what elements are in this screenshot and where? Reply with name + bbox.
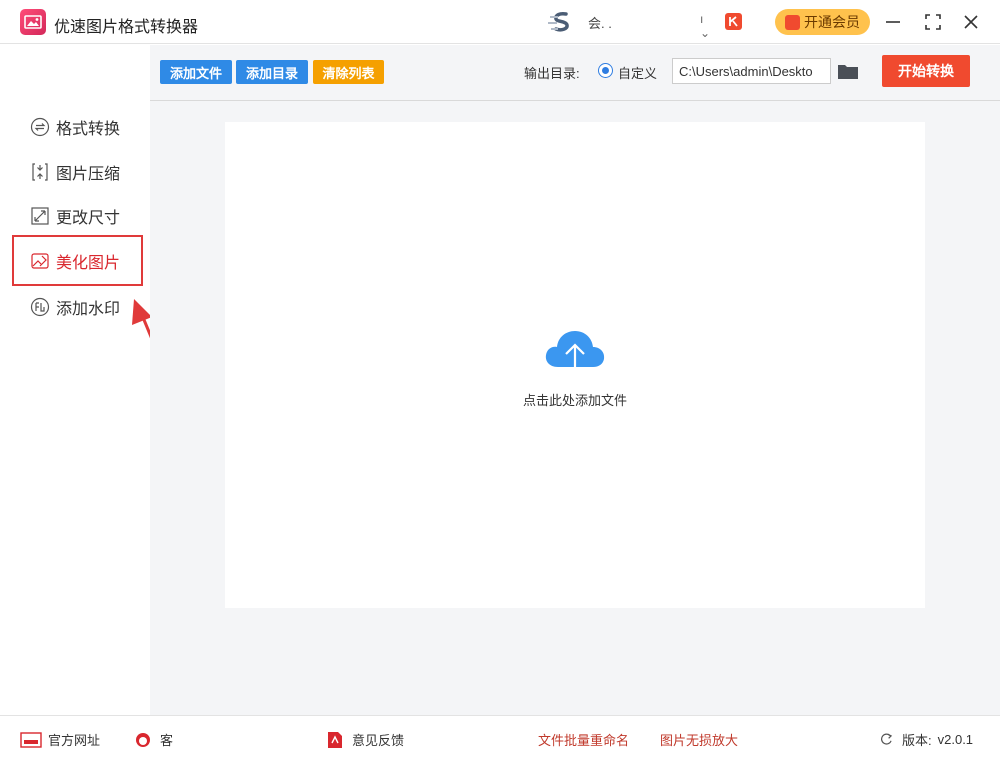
customer-service-icon [136, 732, 150, 747]
website-icon [20, 731, 42, 748]
main-area: 添加文件 添加目录 清除列表 输出目录: 自定义 开始转换 点击此处添加文件 [150, 45, 1000, 715]
close-button[interactable] [958, 9, 984, 35]
sidebar-item-label: 添加水印 [56, 301, 121, 318]
app-title: 优速图片格式转换器 [54, 19, 199, 36]
sidebar-item-watermark[interactable]: 添加水印 [30, 295, 120, 319]
compress-icon [32, 163, 48, 181]
add-directory-button[interactable]: 添加目录 [236, 60, 308, 84]
redacted-area [175, 732, 286, 747]
vip-button-label: 开通会员 [804, 14, 860, 30]
vip-button[interactable]: 开通会员 [775, 9, 870, 35]
feedback-label: 意见反馈 [352, 733, 405, 748]
version-number: v2.0.1 [937, 732, 974, 747]
version-info[interactable]: 版本: v2.0.1 [878, 730, 973, 749]
watermark-icon [30, 297, 50, 317]
highlight-box [12, 235, 143, 286]
app-logo-icon [20, 9, 46, 35]
minimize-button[interactable] [880, 9, 906, 35]
start-convert-button[interactable]: 开始转换 [882, 55, 970, 87]
user-level-icon [725, 13, 742, 30]
cloud-upload-icon [545, 331, 605, 377]
add-file-button[interactable]: 添加文件 [160, 60, 232, 84]
sidebar-item-compress[interactable]: 图片压缩 [30, 160, 120, 184]
custom-output-radio[interactable] [598, 63, 613, 78]
resize-icon [31, 207, 49, 225]
footer: 官方网址 客 意见反馈 文件批量重命名 图片无损放大 版本: v2.0.1 [0, 715, 1000, 760]
clear-list-button[interactable]: 清除列表 [313, 60, 384, 84]
sidebar-item-label: 图片压缩 [56, 166, 121, 183]
convert-icon [30, 117, 50, 137]
customer-service-label: 客 [160, 733, 174, 748]
sidebar-item-resize[interactable]: 更改尺寸 [30, 204, 120, 228]
sidebar-item-label: 更改尺寸 [56, 210, 121, 227]
file-dropzone[interactable]: 点击此处添加文件 [225, 122, 925, 608]
lossless-enlarge-link[interactable]: 图片无损放大 [660, 730, 738, 749]
customer-service-link[interactable]: 客 [132, 730, 286, 749]
chevron-down-icon[interactable]: ı ⌄ [700, 12, 710, 40]
output-path-input[interactable] [672, 58, 831, 84]
sidebar-item-label: 格式转换 [56, 121, 121, 138]
output-dir-label: 输出目录: [524, 66, 580, 81]
custom-output-radio-label[interactable]: 自定义 [618, 63, 657, 82]
official-site-link[interactable]: 官方网址 [20, 730, 100, 749]
sidebar: 格式转换 图片压缩 更改尺寸 美化图片 添加水印 [0, 45, 202, 715]
refresh-icon [881, 733, 893, 745]
user-name: 会. . [588, 16, 612, 31]
sidebar-item-format-convert[interactable]: 格式转换 [30, 115, 120, 139]
dropzone-hint: 点击此处添加文件 [522, 393, 627, 408]
folder-icon[interactable] [837, 62, 859, 80]
vip-icon [785, 14, 800, 30]
official-site-label: 官方网址 [48, 733, 101, 748]
version-label: 版本: [902, 733, 932, 748]
user-avatar-icon [548, 12, 569, 32]
maximize-button[interactable] [920, 9, 946, 35]
title-bar: 优速图片格式转换器 会. . ı ⌄ 开通会员 [0, 0, 1000, 44]
feedback-icon [328, 731, 342, 748]
batch-rename-link[interactable]: 文件批量重命名 [538, 730, 629, 749]
toolbar: 添加文件 添加目录 清除列表 输出目录: 自定义 开始转换 [150, 45, 1000, 101]
feedback-link[interactable]: 意见反馈 [324, 730, 404, 749]
